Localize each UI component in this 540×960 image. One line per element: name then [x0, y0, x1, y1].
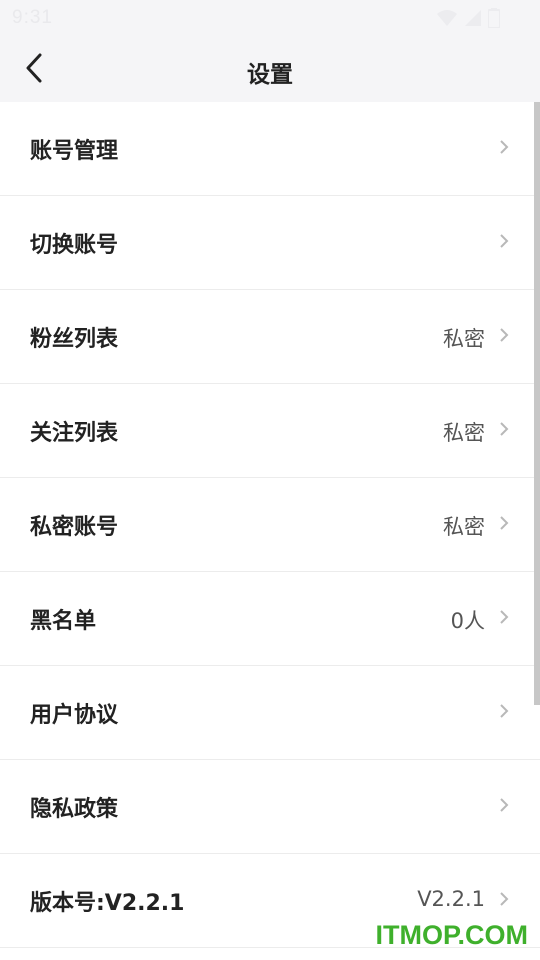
chevron-right-icon [500, 140, 509, 154]
settings-row-switch-account[interactable]: 切换账号 [0, 196, 540, 290]
settings-list: 账号管理 切换账号 粉丝列表 私密 关注列表 私密 私密账号 私密 黑名单 0人 [0, 102, 540, 948]
row-label: 关注列表 [30, 421, 119, 446]
chevron-right-icon [500, 422, 509, 436]
row-label: 切换账号 [30, 233, 119, 258]
row-value: 私密 [443, 515, 485, 539]
status-bar: 9:31 [0, 0, 540, 38]
settings-row-following-list[interactable]: 关注列表 私密 [0, 384, 540, 478]
page-title: 设置 [247, 62, 293, 88]
chevron-right-icon [500, 516, 509, 530]
settings-row-private-account[interactable]: 私密账号 私密 [0, 478, 540, 572]
row-label: 黑名单 [30, 609, 97, 634]
wifi-icon [436, 9, 458, 27]
row-value: 0人 [450, 609, 485, 633]
settings-row-blacklist[interactable]: 黑名单 0人 [0, 572, 540, 666]
chevron-right-icon [500, 798, 509, 812]
chevron-right-icon [500, 892, 509, 906]
scrollbar-thumb[interactable] [534, 102, 540, 705]
settings-row-user-agreement[interactable]: 用户协议 [0, 666, 540, 760]
battery-icon [488, 8, 500, 28]
settings-row-privacy-policy[interactable]: 隐私政策 [0, 760, 540, 854]
row-label: 隐私政策 [30, 797, 119, 822]
row-value: V2.2.1 [417, 887, 485, 911]
chevron-right-icon [500, 610, 509, 624]
signal-icon [464, 9, 482, 27]
settings-row-account-management[interactable]: 账号管理 [0, 102, 540, 196]
settings-screen: 9:31 设置 账号管理 切换账号 粉丝列表 私密 关注列表 私密 私密账号 私… [0, 0, 540, 960]
row-label: 私密账号 [30, 515, 119, 540]
row-label: 粉丝列表 [30, 327, 119, 352]
chevron-right-icon [500, 234, 509, 248]
top-bar: 设置 [0, 38, 540, 102]
settings-row-followers-list[interactable]: 粉丝列表 私密 [0, 290, 540, 384]
chevron-right-icon [500, 328, 509, 342]
status-icons [436, 8, 500, 28]
row-label: 版本号:V2.2.1 [30, 891, 185, 916]
row-label: 用户协议 [30, 703, 119, 728]
row-value: 私密 [443, 327, 485, 351]
watermark: ITMOP.COM [375, 920, 528, 950]
row-label: 账号管理 [30, 139, 119, 164]
chevron-right-icon [500, 704, 509, 718]
row-value: 私密 [443, 421, 485, 445]
status-time: 9:31 [12, 7, 53, 28]
